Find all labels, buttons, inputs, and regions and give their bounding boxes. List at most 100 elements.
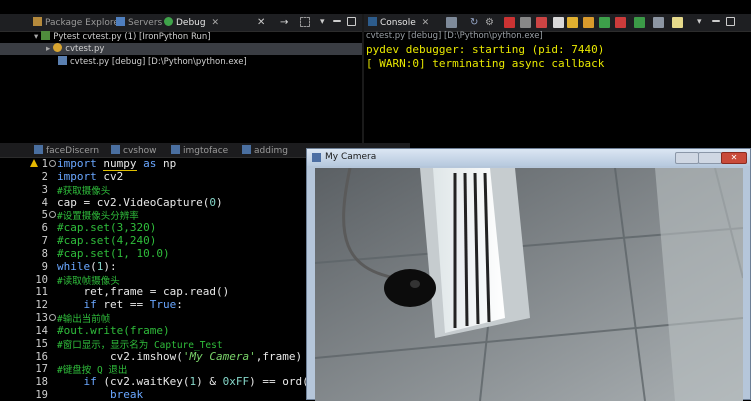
python-file-icon	[34, 145, 43, 154]
line-number: 13	[35, 312, 48, 324]
python-exe-icon	[58, 56, 67, 65]
console-icon	[368, 17, 377, 26]
remove-launches-icon[interactable]: ✕	[257, 17, 268, 28]
maximize-icon[interactable]	[726, 17, 735, 26]
open-console-icon[interactable]	[653, 17, 664, 28]
view-menu-icon[interactable]: ▾	[320, 17, 331, 28]
python-file-icon	[111, 145, 120, 154]
step-arrow-icon[interactable]: →	[280, 17, 291, 28]
fold-icon[interactable]	[49, 314, 56, 321]
code-line[interactable]: if ret == True:	[57, 298, 183, 311]
terminate-icon[interactable]	[504, 17, 515, 28]
code-line[interactable]: import cv2	[57, 170, 123, 183]
new-console-icon[interactable]	[672, 17, 683, 28]
code-line[interactable]: #设置摄像头分辨率	[57, 208, 139, 222]
camera-window-title: My Camera	[325, 152, 377, 162]
servers-icon	[116, 17, 125, 26]
code-line[interactable]: while(1):	[57, 260, 117, 273]
line-number: 5	[41, 209, 48, 221]
console-subtitle: cvtest.py [debug] [D:\Python\python.exe]	[366, 31, 543, 41]
tab-debug[interactable]: Debug ✕	[164, 16, 219, 30]
clear-console-icon[interactable]	[553, 17, 564, 28]
line-number: 6	[41, 222, 48, 234]
window-maximize-button[interactable]	[698, 152, 722, 164]
console-line-1: pydev debugger: starting (pid: 7440)	[366, 43, 605, 56]
line-number: 10	[35, 274, 48, 286]
fold-icon[interactable]	[49, 160, 56, 167]
line-number: 16	[35, 351, 48, 363]
maximize-icon[interactable]	[347, 17, 356, 26]
view-divider	[362, 14, 364, 143]
tab-imgtoface[interactable]: imgtoface	[171, 144, 228, 158]
code-line[interactable]: #cap.set(4,240)	[57, 234, 156, 247]
window-minimize-button[interactable]	[675, 152, 699, 164]
close-icon[interactable]: ✕	[422, 18, 430, 28]
line-number: 11	[35, 286, 48, 298]
code-line[interactable]: #out.write(frame)	[57, 324, 170, 337]
chevron-down-icon: ▾	[34, 32, 39, 42]
line-number: 4	[41, 197, 48, 209]
code-line[interactable]: ret,frame = cap.read()	[57, 285, 229, 298]
launch-item[interactable]: ▾ Pytest cvtest.py (1) [IronPython Run]	[34, 31, 211, 43]
tab-servers[interactable]: Servers	[116, 16, 162, 30]
package-icon	[33, 17, 42, 26]
minimize-icon[interactable]	[333, 20, 341, 22]
line-number: 7	[41, 235, 48, 247]
scroll-lock-icon[interactable]	[567, 17, 578, 28]
show-on-stdout-icon[interactable]	[599, 17, 610, 28]
line-number: 3	[41, 184, 48, 196]
code-line[interactable]: break	[57, 388, 143, 401]
camera-window[interactable]: My Camera ✕	[306, 148, 751, 401]
line-number: 15	[35, 338, 48, 350]
line-number: 9	[41, 261, 48, 273]
tab-package-explorer[interactable]: Package Explorer	[33, 16, 123, 30]
gear-icon[interactable]: ⚙	[485, 17, 496, 28]
minimize-icon[interactable]	[712, 20, 720, 22]
code-line[interactable]: #输出当前帧	[57, 311, 110, 325]
remove-launch-icon[interactable]	[520, 17, 531, 28]
refresh-icon[interactable]: ↻	[470, 17, 481, 28]
line-number: 1	[41, 158, 48, 170]
focus-icon[interactable]	[300, 17, 310, 27]
line-number: 14	[35, 325, 48, 337]
remove-all-icon[interactable]	[536, 17, 547, 28]
line-number: 18	[35, 376, 48, 388]
code-line[interactable]: if (cv2.waitKey(1) & 0xFF) == ord('q'	[57, 375, 329, 388]
process-item[interactable]: ▸ cvtest.py	[46, 43, 104, 55]
pin-console-icon[interactable]	[634, 17, 645, 28]
tab-console[interactable]: Console ✕	[368, 16, 429, 30]
window-close-button[interactable]: ✕	[721, 152, 747, 164]
chevron-right-icon: ▸	[46, 44, 51, 54]
code-line[interactable]: #cap.set(3,320)	[57, 221, 156, 234]
display-console-icon[interactable]	[446, 17, 457, 28]
code-line[interactable]: #窗口显示，显示名为 Capture_Test	[57, 337, 223, 351]
camera-frame	[315, 168, 743, 401]
code-line[interactable]: #获取摄像头	[57, 183, 110, 197]
view-menu-icon[interactable]: ▾	[697, 17, 708, 28]
fold-icon[interactable]	[49, 211, 56, 218]
bug-icon	[164, 17, 173, 26]
tab-addimg[interactable]: addimg	[242, 144, 288, 158]
python-file-icon	[242, 145, 251, 154]
console-line-2: [ WARN:0] terminating async callback	[366, 57, 605, 70]
close-icon[interactable]: ✕	[211, 18, 219, 28]
line-number: 19	[35, 389, 48, 401]
debug-target-item[interactable]: cvtest.py [debug] [D:\Python\python.exe]	[58, 56, 247, 68]
code-line[interactable]: #cap.set(1, 10.0)	[57, 247, 170, 260]
app-icon	[312, 153, 321, 162]
camera-titlebar[interactable]: My Camera ✕	[307, 149, 750, 166]
word-wrap-icon[interactable]	[583, 17, 594, 28]
line-number: 8	[41, 248, 48, 260]
tab-facediscern[interactable]: faceDiscern	[34, 144, 99, 158]
camera-feed-image	[315, 168, 743, 401]
line-number: 2	[41, 171, 48, 183]
console-view: Console ✕ ↻ ⚙ ▾ cvtest.py [debug] [D:\Py…	[364, 0, 751, 143]
tab-cvshow[interactable]: cvshow	[111, 144, 157, 158]
python-run-icon	[41, 31, 51, 40]
debug-view: Package Explorer Servers Debug ✕ ✕ → ▾ ▾…	[0, 0, 362, 143]
code-line[interactable]: #键盘按 Q 退出	[57, 362, 127, 376]
thread-icon	[53, 43, 63, 52]
code-line[interactable]: import numpy as np	[57, 157, 176, 171]
show-on-stderr-icon[interactable]	[615, 17, 626, 28]
python-file-icon	[171, 145, 180, 154]
